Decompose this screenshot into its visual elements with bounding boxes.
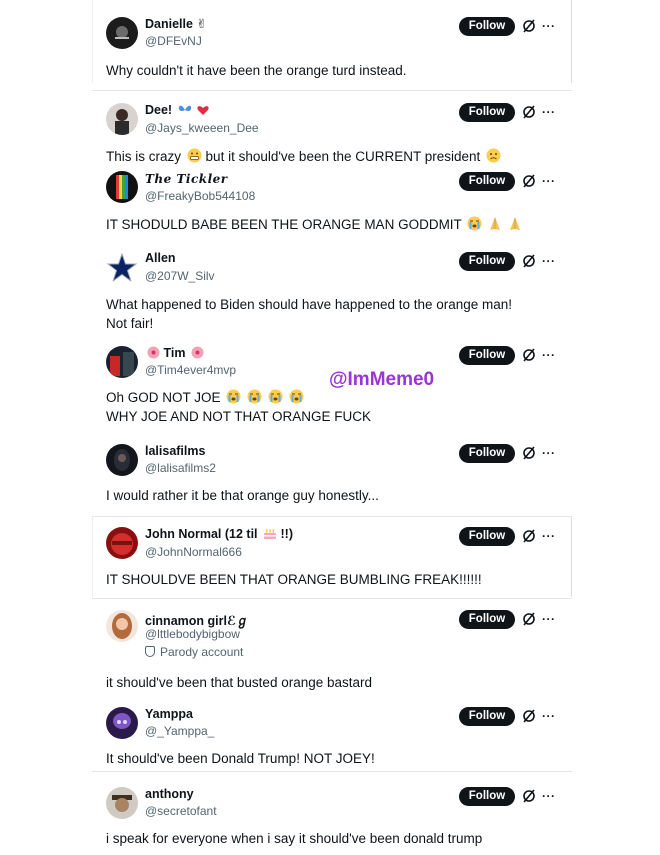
more-options-button[interactable]: ··· xyxy=(542,529,556,543)
post-text: Why couldn't it have been the orange tur… xyxy=(106,63,407,78)
post-text-line-2: WHY JOE AND NOT THAT ORANGE FUCK xyxy=(106,409,372,424)
avatar[interactable] xyxy=(106,787,138,819)
loudly-crying-emoji xyxy=(289,389,304,404)
display-name[interactable]: Yamppa xyxy=(145,707,193,721)
user-handle[interactable]: @207W_Silv xyxy=(145,269,215,283)
loudly-crying-emoji xyxy=(268,389,283,404)
avatar[interactable] xyxy=(106,103,138,135)
hibiscus-emoji xyxy=(191,346,204,359)
post-text-line-2: Not fair! xyxy=(106,316,154,331)
grok-slash-icon[interactable] xyxy=(522,348,536,362)
divider xyxy=(92,771,572,772)
more-options-button[interactable]: ··· xyxy=(542,19,556,33)
follow-button[interactable]: Follow xyxy=(459,252,515,271)
grok-slash-icon[interactable] xyxy=(522,254,536,268)
loudly-crying-emoji xyxy=(226,389,241,404)
post-text: I would rather it be that orange guy hon… xyxy=(106,488,379,503)
user-handle[interactable]: @FreakyBob544108 xyxy=(145,189,255,203)
avatar[interactable] xyxy=(106,444,138,476)
post-text: IT SHODULD BABE BEEN THE ORANGE MAN GODD… xyxy=(106,215,522,234)
loudly-crying-emoji xyxy=(247,389,262,404)
follow-button[interactable]: Follow xyxy=(459,103,515,122)
loudly-crying-emoji xyxy=(467,216,482,231)
post-text: What happened to Biden should have happe… xyxy=(106,297,513,312)
avatar[interactable] xyxy=(106,707,138,739)
display-name[interactable]: anthony xyxy=(145,787,194,801)
post-text: It should've been Donald Trump! NOT JOEY… xyxy=(106,751,375,766)
grok-slash-icon[interactable] xyxy=(522,174,536,188)
more-options-button[interactable]: ··· xyxy=(542,446,556,460)
follow-button[interactable]: Follow xyxy=(459,172,515,191)
display-name[interactable]: Danielle ✌ xyxy=(145,16,207,31)
follow-button[interactable]: Follow xyxy=(459,707,515,726)
user-handle[interactable]: @lttlebodybigbow xyxy=(145,627,240,641)
grok-slash-icon[interactable] xyxy=(522,789,536,803)
red-heart-emoji xyxy=(197,106,209,115)
hibiscus-emoji xyxy=(147,346,160,359)
follow-button[interactable]: Follow xyxy=(459,444,515,463)
display-name[interactable]: lalisafilms xyxy=(145,444,205,458)
more-options-button[interactable]: ··· xyxy=(542,612,556,626)
user-handle[interactable]: @lalisafilms2 xyxy=(145,461,216,475)
folded-hands-emoji xyxy=(509,217,520,230)
more-options-button[interactable]: ··· xyxy=(542,709,556,723)
birthday-cake-emoji xyxy=(264,529,277,539)
butterfly-emoji xyxy=(178,105,191,111)
parody-account-label: Parody account xyxy=(145,645,243,659)
follow-button[interactable]: Follow xyxy=(459,527,515,546)
avatar[interactable] xyxy=(106,610,138,642)
grok-slash-icon[interactable] xyxy=(522,446,536,460)
follow-button[interactable]: Follow xyxy=(459,787,515,806)
more-options-button[interactable]: ··· xyxy=(542,105,556,119)
watermark: @ImMeme0 xyxy=(329,369,435,390)
more-options-button[interactable]: ··· xyxy=(542,348,556,362)
user-handle[interactable]: @Tim4ever4mvp xyxy=(145,363,236,377)
post-text: Oh GOD NOT JOE xyxy=(106,388,304,407)
display-name[interactable]: Allen xyxy=(145,251,176,265)
more-options-button[interactable]: ··· xyxy=(542,789,556,803)
display-name[interactable]: Dee! xyxy=(145,103,209,117)
post-text: it should've been that busted orange bas… xyxy=(106,675,373,690)
grok-slash-icon[interactable] xyxy=(522,19,536,33)
follow-button[interactable]: Follow xyxy=(459,610,515,629)
post-text: This is crazy but it should've been the … xyxy=(106,147,501,166)
post-text: i speak for everyone when i say it shoul… xyxy=(106,831,483,846)
more-options-button[interactable]: ··· xyxy=(542,174,556,188)
folded-hands-emoji xyxy=(490,217,501,230)
display-name[interactable]: The Tickler xyxy=(145,172,228,186)
grimacing-face-emoji xyxy=(187,148,202,163)
display-name[interactable]: Tim xyxy=(145,346,204,360)
grok-slash-icon[interactable] xyxy=(522,709,536,723)
user-handle[interactable]: @JohnNormal666 xyxy=(145,545,242,559)
more-options-button[interactable]: ··· xyxy=(542,254,556,268)
follow-button[interactable]: Follow xyxy=(459,346,515,365)
user-handle[interactable]: @DFEvNJ xyxy=(145,34,202,48)
grok-slash-icon[interactable] xyxy=(522,105,536,119)
user-handle[interactable]: @Jays_kweeen_Dee xyxy=(145,121,259,135)
post-text: IT SHOULDVE BEEN THAT ORANGE BUMBLING FR… xyxy=(106,572,482,587)
avatar[interactable] xyxy=(106,346,138,378)
avatar[interactable] xyxy=(106,171,138,203)
user-handle[interactable]: @_Yamppa_ xyxy=(145,724,214,738)
avatar[interactable] xyxy=(106,17,138,49)
slightly-frowning-face-emoji xyxy=(486,148,501,163)
user-handle[interactable]: @secretofant xyxy=(145,804,217,818)
follow-button[interactable]: Follow xyxy=(459,17,515,36)
grok-slash-icon[interactable] xyxy=(522,612,536,626)
display-name[interactable]: John Normal (12 til !!) xyxy=(145,527,293,541)
grok-slash-icon[interactable] xyxy=(522,529,536,543)
avatar[interactable] xyxy=(106,252,138,284)
parody-mask-icon xyxy=(145,646,155,657)
avatar[interactable] xyxy=(106,527,138,559)
